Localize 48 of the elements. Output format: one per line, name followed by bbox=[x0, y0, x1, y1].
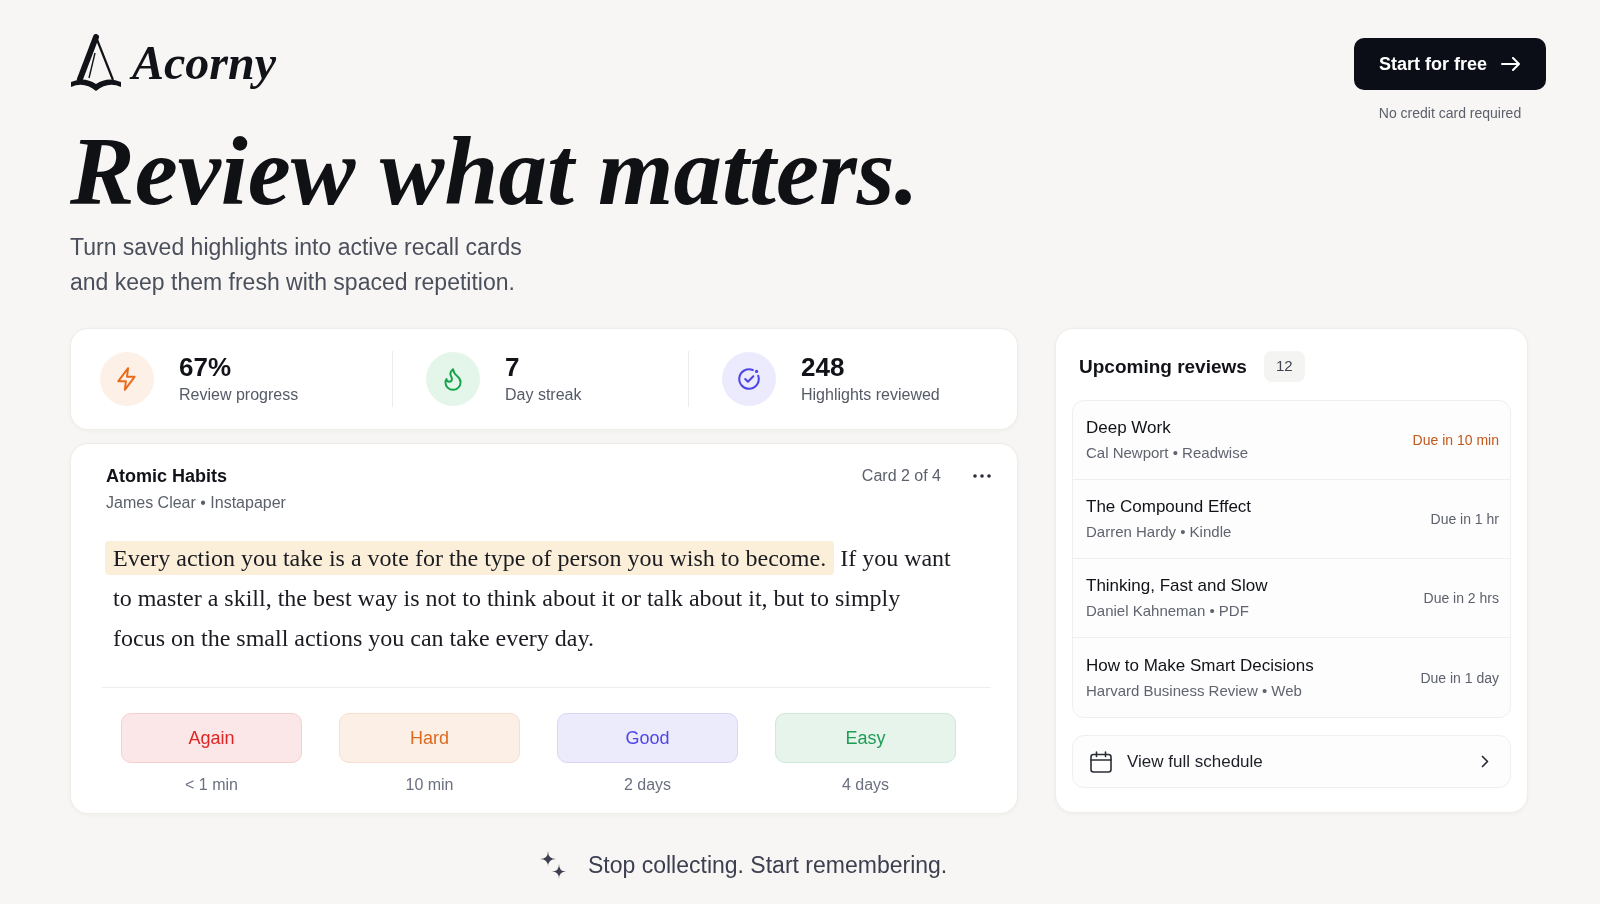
due-time: Due in 1 hr bbox=[1430, 510, 1499, 529]
due-time: Due in 1 day bbox=[1420, 668, 1499, 688]
stat-label: Highlights reviewed bbox=[801, 385, 940, 405]
review-title: The Compound Effect bbox=[1086, 496, 1252, 518]
grade-interval: < 1 min bbox=[185, 775, 238, 795]
tagline: Stop collecting. Start remembering. bbox=[588, 851, 948, 880]
start-free-button[interactable]: Start for free bbox=[1354, 38, 1546, 90]
stat-value: 248 bbox=[801, 352, 846, 382]
card-position: Card 2 of 4 bbox=[861, 466, 941, 486]
stat-value: 7 bbox=[505, 352, 521, 382]
review-title: Deep Work bbox=[1086, 417, 1172, 439]
logo-icon bbox=[70, 34, 122, 92]
view-schedule-button[interactable]: View full schedule bbox=[1072, 735, 1511, 788]
lightning-icon bbox=[100, 352, 154, 406]
review-meta: Harvard Business Review • Web bbox=[1086, 680, 1303, 701]
count-badge: 12 bbox=[1263, 351, 1305, 382]
card-meta: James Clear • Instapaper bbox=[106, 493, 286, 513]
review-meta: Daniel Kahneman • PDF bbox=[1086, 601, 1250, 621]
headline: Review what matters. bbox=[70, 123, 919, 220]
review-meta: Cal Newport • Readwise bbox=[1086, 443, 1248, 463]
calendar-icon bbox=[1090, 750, 1112, 773]
review-title: How to Make Smart Decisions bbox=[1086, 654, 1314, 677]
sparkle-icon bbox=[540, 851, 566, 879]
grade-button[interactable]: Again bbox=[121, 713, 302, 763]
grade-interval: 4 days bbox=[841, 775, 890, 795]
review-item[interactable]: Deep Work Cal Newport • Readwise Due in 10 min bbox=[1073, 401, 1510, 480]
due-time: Due in 2 hrs bbox=[1423, 589, 1499, 608]
chevron-right-icon bbox=[1481, 755, 1489, 768]
review-item[interactable]: Thinking, Fast and Slow Daniel Kahneman • PDF Due in 2 hrs bbox=[1073, 559, 1510, 638]
grade-interval: 2 days bbox=[623, 775, 672, 795]
review-meta: Darren Hardy • Kindle bbox=[1086, 522, 1233, 542]
grade-button[interactable]: Good bbox=[557, 713, 738, 763]
arrow-right-icon bbox=[1501, 57, 1521, 71]
due-time: Due in 10 min bbox=[1412, 431, 1499, 450]
stat-label: Review progress bbox=[179, 385, 299, 405]
flame-icon bbox=[426, 352, 480, 406]
hero-subtitle: Turn saved highlights into active recall cards and keep them fresh with spaced repetition. bbox=[70, 233, 522, 297]
card-title: Atomic Habits bbox=[106, 465, 229, 488]
grade-interval: 10 min bbox=[405, 775, 454, 795]
review-item[interactable]: How to Make Smart Decisions Harvard Business Review • Web Due in 1 day bbox=[1073, 638, 1510, 717]
more-icon[interactable] bbox=[973, 474, 991, 478]
quote-text: Every action you take is a vote for the type of person you wish to become. If you want to master a skill, the best way is not to think about it or talk about it, but to simply focus on the small actions you can take every day. bbox=[105, 538, 955, 658]
review-title: Thinking, Fast and Slow bbox=[1086, 575, 1268, 597]
review-item[interactable]: The Compound Effect Darren Hardy • Kindle Due in 1 hr bbox=[1073, 480, 1510, 559]
panel-title: Upcoming reviews bbox=[1079, 354, 1247, 379]
stat-label: Day streak bbox=[505, 385, 582, 405]
stat-value: 67% bbox=[179, 352, 233, 382]
cta-note: No credit card required bbox=[1378, 104, 1522, 123]
